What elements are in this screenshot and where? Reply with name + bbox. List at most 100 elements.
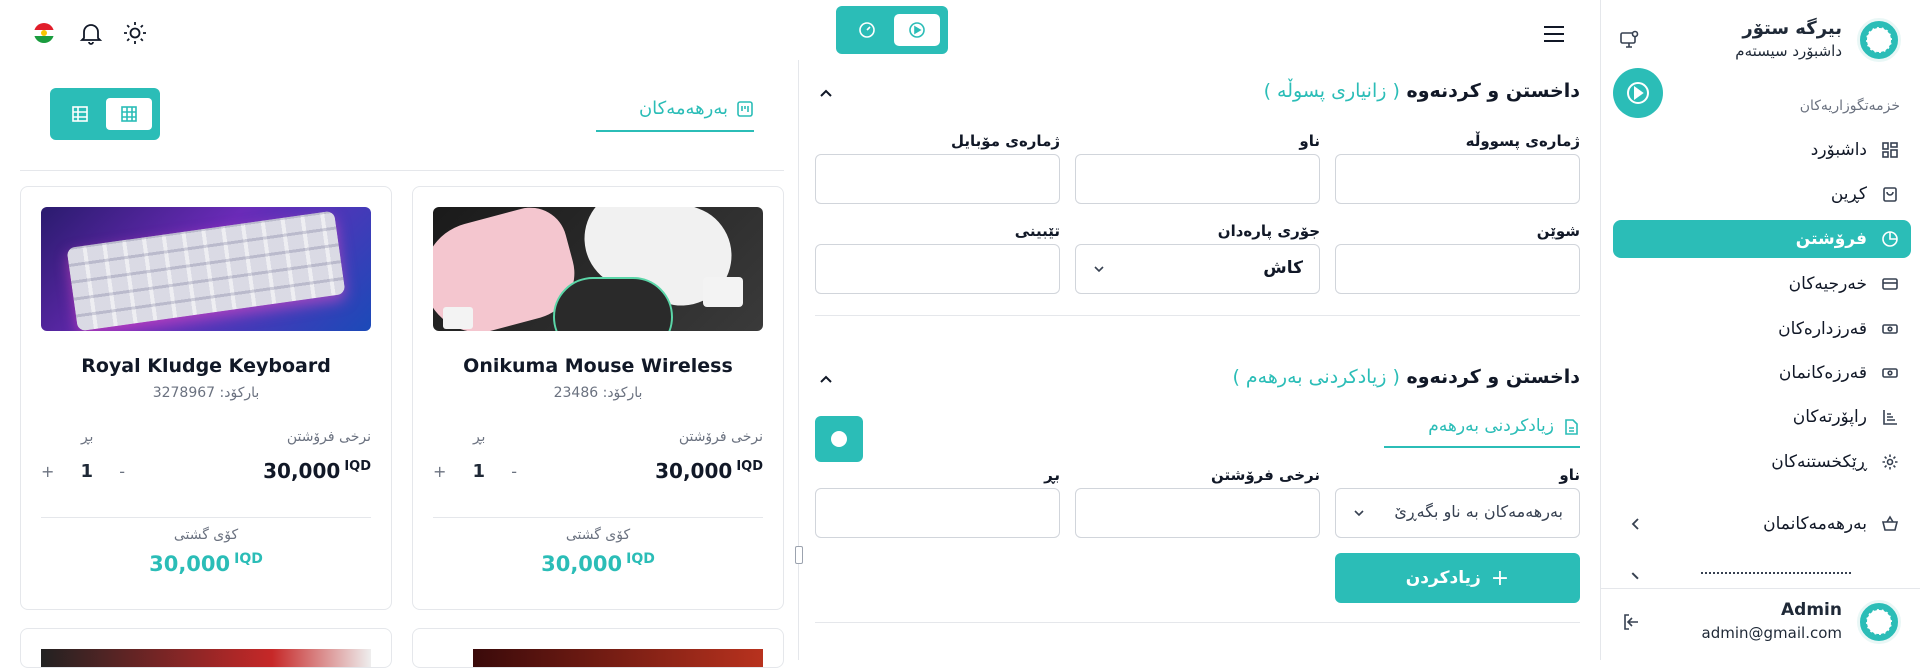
section-title-text: داخستن و کردنەوە — [1406, 80, 1581, 102]
add-button-label: زیادکردن — [1405, 568, 1481, 588]
section-subtitle-text: ( زانیاری پسوڵە ) — [1263, 80, 1400, 102]
invoice-number-input[interactable] — [1335, 154, 1580, 204]
qty-value: 1 — [472, 461, 486, 482]
product-total: 30,000 IQD — [21, 551, 391, 576]
monitor-settings-icon[interactable] — [1619, 30, 1639, 50]
sidebar-item-label: قەرزەکانمان — [1778, 363, 1867, 383]
name-label: ناو — [1299, 132, 1320, 150]
plus-button[interactable]: + — [433, 462, 446, 481]
add-button[interactable]: زیادکردن + — [1335, 553, 1580, 603]
qty-label: بڕ — [81, 429, 94, 445]
plus-button[interactable]: + — [41, 462, 54, 481]
quantity-stepper: + 1 - — [41, 461, 125, 482]
collapse-chevron-icon[interactable] — [818, 86, 834, 102]
collapse-chevron-icon[interactable] — [818, 372, 834, 388]
brand-title: بیرگە ستۆر — [1742, 18, 1842, 39]
play-button[interactable] — [1613, 68, 1663, 118]
sidebar-item-sales[interactable]: فرۆشتن — [1613, 220, 1911, 258]
minus-button[interactable]: - — [511, 462, 517, 481]
name-input[interactable] — [1075, 154, 1320, 204]
mobile-label: ژمارەی مۆبایل — [951, 132, 1060, 150]
pos-mode-icon[interactable] — [894, 14, 940, 46]
sidebar-item-purchases[interactable]: کڕین — [1613, 175, 1911, 213]
panel-divider — [20, 170, 784, 171]
sidebar-item-our-debts[interactable]: قەرزەکانمان — [1613, 354, 1911, 392]
product-search-placeholder: بەرهەمەکان بە ناو بگەڕێ — [1394, 502, 1563, 521]
qty-label: بڕ — [473, 429, 486, 445]
card-divider — [433, 517, 763, 518]
product-card[interactable] — [20, 628, 392, 668]
mobile-input[interactable] — [815, 154, 1060, 204]
card-icon — [1881, 275, 1899, 293]
product-card[interactable]: Royal Kludge Keyboard بارکۆد: 3278967 نر… — [20, 186, 392, 610]
payment-type-value: کاش — [1263, 258, 1303, 278]
product-name: Onikuma Mouse Wireless — [463, 355, 733, 377]
product-name: Royal Kludge Keyboard — [81, 355, 331, 377]
product-section-title: داخستن و کردنەوە ( زیادکردنی بەرهەم ) — [1232, 366, 1580, 388]
total-label: کۆی گشتی — [565, 527, 631, 543]
grid-view-icon[interactable] — [106, 98, 152, 130]
drag-handle-icon[interactable] — [795, 546, 803, 564]
tab-label: زیادکردنی بەرهەم — [1428, 416, 1554, 436]
add-product-tab[interactable]: زیادکردنی بەرهەم — [1384, 414, 1580, 448]
note-input[interactable] — [815, 244, 1060, 294]
panel-splitter[interactable] — [798, 60, 799, 660]
total-label: کۆی گشتی — [173, 527, 239, 543]
total-value: 30,000 — [149, 552, 231, 576]
sidebar-item-label: قەرزدارەکان — [1778, 319, 1867, 339]
section-divider — [815, 622, 1580, 623]
pie-chart-icon — [1881, 230, 1899, 248]
products-tab[interactable]: بەرهەمەکان — [596, 96, 754, 132]
gauge-icon[interactable] — [844, 14, 890, 46]
sidebar-item-label: خەرجیەکان — [1788, 274, 1867, 294]
sale-price-input[interactable] — [1075, 488, 1320, 538]
price-label: نرخی فرۆشتن — [678, 429, 763, 445]
chevron-down-icon — [1352, 505, 1366, 519]
location-label: شوێن — [1536, 222, 1580, 240]
stop-button[interactable] — [815, 416, 863, 462]
sidebar-item-products[interactable]: بەرهەمەکانمان — [1613, 505, 1911, 543]
minus-button[interactable]: - — [119, 462, 125, 481]
sidebar-item-reports[interactable]: راپۆرتەکان — [1613, 398, 1911, 436]
bell-icon[interactable] — [78, 20, 104, 46]
money-icon — [1881, 320, 1899, 338]
table-view-icon[interactable] — [60, 98, 100, 130]
sidebar-item-label: داشبۆرد — [1810, 140, 1867, 160]
sidebar-item-dashboard[interactable]: داشبۆرد — [1613, 131, 1911, 169]
section-subtitle-text: ( زیادکردنی بەرهەم ) — [1232, 366, 1400, 388]
product-search-select[interactable]: بەرهەمەکان بە ناو بگەڕێ — [1335, 488, 1580, 538]
hamburger-menu-icon[interactable] — [1542, 22, 1566, 46]
currency: IQD — [234, 551, 263, 567]
products-panel-title: بەرهەمەکان — [638, 98, 728, 119]
grid-icon — [1881, 141, 1899, 159]
invoice-number-label: ژمارەی پسووڵە — [1465, 132, 1580, 150]
sun-icon[interactable] — [122, 20, 148, 46]
sidebar: بیرگە ستۆر داشبۆرد سیستەم خزمەتگوزاریەکا… — [1600, 0, 1920, 660]
sidebar-item-expenses[interactable]: خەرجیەکان — [1613, 265, 1911, 303]
document-icon — [1562, 418, 1580, 436]
shopping-bag-icon — [1881, 185, 1899, 203]
price-value: 30,000 — [655, 459, 733, 483]
product-card[interactable] — [412, 628, 784, 668]
payment-type-select[interactable]: کاش — [1075, 244, 1320, 294]
logout-icon[interactable] — [1621, 612, 1641, 632]
avatar[interactable] — [1857, 600, 1901, 644]
quantity-input[interactable] — [815, 488, 1060, 538]
sidebar-item-clipped[interactable] — [1613, 568, 1911, 584]
layout-toggle — [50, 88, 160, 140]
language-flag-icon[interactable] — [34, 23, 54, 43]
price-value: 30,000 — [263, 459, 341, 483]
chart-icon — [1881, 408, 1899, 426]
note-label: تێبینی — [1014, 222, 1060, 240]
product-price: 30,000 IQD — [655, 459, 763, 483]
quantity-stepper: + 1 - — [433, 461, 517, 482]
sidebar-item-settings[interactable]: ڕێکخستنەکان — [1613, 443, 1911, 481]
sale-price-label: نرخی فرۆشتن — [1210, 466, 1320, 484]
chevron-left-icon — [1629, 516, 1643, 530]
location-input[interactable] — [1335, 244, 1580, 294]
sidebar-item-label: بەرهەمەکانمان — [1763, 514, 1867, 534]
card-divider — [41, 517, 371, 518]
product-barcode: بارکۆد: 23486 — [553, 385, 643, 401]
product-card[interactable]: Onikuma Mouse Wireless بارکۆد: 23486 نرخ… — [412, 186, 784, 610]
sidebar-item-debtors[interactable]: قەرزدارەکان — [1613, 310, 1911, 348]
